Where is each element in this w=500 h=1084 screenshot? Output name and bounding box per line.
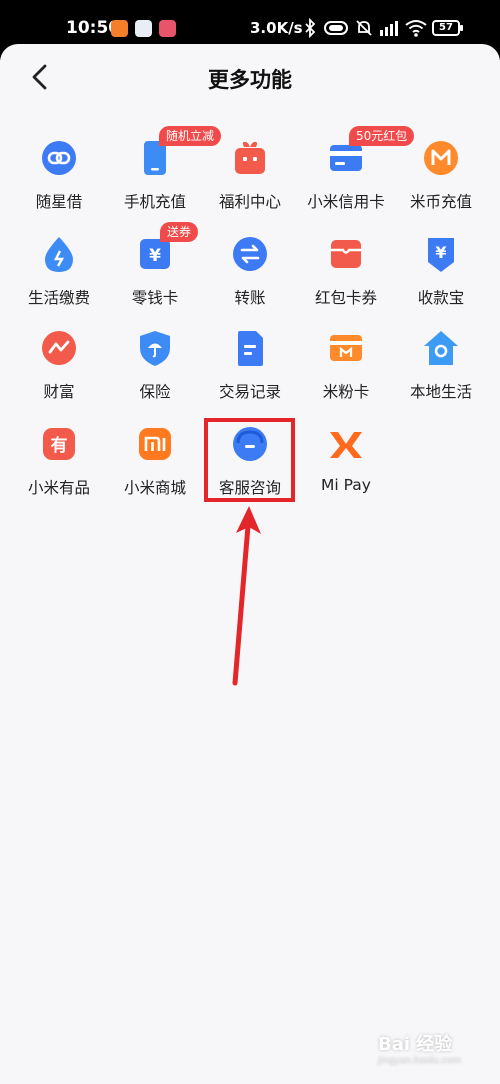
feature-wealth[interactable]: 财富 <box>9 320 109 414</box>
feature-label: 收款宝 <box>417 289 465 307</box>
feature-label: 交易记录 <box>218 383 281 401</box>
watermark-text: Bai 经验 <box>378 1034 453 1055</box>
feature-label: 红包卡券 <box>314 289 377 307</box>
feature-label: 零钱卡 <box>131 289 179 307</box>
feature-label: 财富 <box>43 383 75 401</box>
mi-card-icon <box>330 335 362 361</box>
promo-badge-credit-card: 50元红包 <box>349 126 415 146</box>
watermark: Bai 经验 jingyan.baidu.com <box>378 1030 461 1066</box>
battery-indicator: 57 <box>432 20 463 36</box>
bluetooth-icon <box>305 18 316 38</box>
feature-label: 小米商城 <box>123 479 186 497</box>
feature-label: 转账 <box>234 289 266 307</box>
umbrella-shield-icon <box>140 331 170 366</box>
drop-icon <box>45 237 73 272</box>
feature-transaction-records[interactable]: 交易记录 <box>200 320 300 414</box>
mi-logo-icon <box>139 428 171 460</box>
transfer-icon <box>233 237 267 271</box>
feature-label: 本地生活 <box>409 383 472 401</box>
feature-label: 小米信用卡 <box>307 193 385 211</box>
feature-label: 随星借 <box>35 193 83 211</box>
feature-mi-fan-card[interactable]: 米粉卡 <box>296 320 396 414</box>
feature-label: 手机充值 <box>123 193 186 211</box>
feature-label: 生活缴费 <box>27 289 90 307</box>
calendar-app-icon <box>135 20 152 37</box>
youpin-icon: 有 <box>43 428 75 460</box>
svg-text:¥: ¥ <box>435 243 446 262</box>
feature-label: 保险 <box>139 383 171 401</box>
feature-mi-pay[interactable]: Mi Pay <box>296 416 396 510</box>
mi-app-icon <box>111 20 128 37</box>
feature-label: 米币充值 <box>409 193 472 211</box>
promo-badge-change-card: 送券 <box>160 222 199 242</box>
feature-label: 福利中心 <box>218 193 281 211</box>
feature-local-life[interactable]: 本地生活 <box>391 320 491 414</box>
svg-text:¥: ¥ <box>149 246 161 266</box>
douyin-app-icon <box>159 20 176 37</box>
feature-label: 小米有品 <box>27 479 90 497</box>
watermark-url: jingyan.baidu.com <box>378 1056 462 1066</box>
feature-label: Mi Pay <box>321 476 371 494</box>
svg-text:有: 有 <box>51 435 68 456</box>
feature-transfer[interactable]: 转账 <box>200 226 300 320</box>
highlight-box <box>204 418 295 502</box>
feature-xiaomi-youpin[interactable]: 有 小米有品 <box>9 416 109 510</box>
promo-badge-phone-recharge: 随机立减 <box>159 126 222 146</box>
feature-insurance[interactable]: 保险 <box>105 320 205 414</box>
wealth-icon <box>42 331 76 365</box>
feature-red-packet-voucher[interactable]: 红包卡券 <box>296 226 396 320</box>
vibrate-icon <box>324 21 348 35</box>
feature-utility-payment[interactable]: 生活缴费 <box>9 226 109 320</box>
link-icon <box>42 141 76 175</box>
coin-icon <box>424 141 458 175</box>
mi-pay-logo-icon <box>330 432 362 458</box>
voucher-icon <box>331 240 361 268</box>
house-location-icon <box>424 331 458 365</box>
gift-icon <box>235 141 265 174</box>
feature-suixingjie[interactable]: 随星借 <box>9 130 109 224</box>
feature-payment-receipt[interactable]: ¥ 收款宝 <box>391 226 491 320</box>
wifi-icon <box>405 20 427 37</box>
document-icon <box>238 331 263 366</box>
page-title: 更多功能 <box>208 68 292 92</box>
receive-icon: ¥ <box>428 238 454 272</box>
feature-xiaomi-mall[interactable]: 小米商城 <box>105 416 205 510</box>
feature-label: 米粉卡 <box>322 383 370 401</box>
annotation-arrow <box>232 506 261 686</box>
signal-icon <box>380 21 398 36</box>
network-speed: 3.0K/s <box>250 19 303 37</box>
mute-icon <box>356 20 372 36</box>
